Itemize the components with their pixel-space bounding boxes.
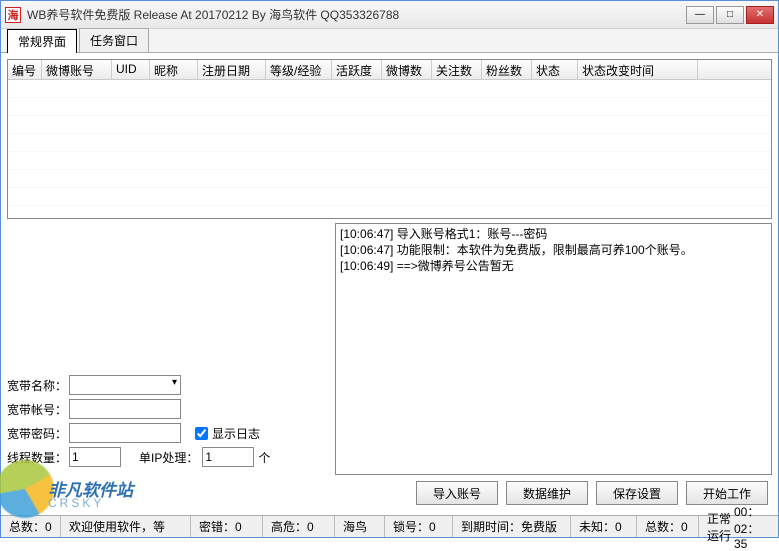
table-body: [8, 80, 771, 218]
maintain-button[interactable]: 数据维护: [506, 481, 588, 505]
column-header[interactable]: 等级/经验: [266, 60, 332, 79]
status-bar: 总数：0 欢迎使用软件，等 密错：0 高危：0 海鸟 锁号：0 到期时间：免费版…: [1, 515, 778, 537]
import-button[interactable]: 导入账号: [416, 481, 498, 505]
thread-count-input[interactable]: [69, 447, 121, 467]
close-button[interactable]: ✕: [746, 6, 774, 24]
log-line: [10:06:49] ==>微博养号公告暂无: [340, 258, 767, 274]
titlebar: 海 WB养号软件免费版 Release At 20170212 By 海鸟软件 …: [1, 1, 778, 29]
save-button[interactable]: 保存设置: [596, 481, 678, 505]
tab-tasks[interactable]: 任务窗口: [79, 28, 149, 52]
column-header[interactable]: 昵称: [150, 60, 198, 79]
log-panel[interactable]: [10:06:47] 导入账号格式1：账号---密码[10:06:47] 功能限…: [335, 223, 772, 475]
settings-panel: 宽带名称： 宽带帐号： 宽带密码： 显示日志 线程数量：: [7, 223, 329, 475]
column-header[interactable]: 状态: [532, 60, 578, 79]
broadband-name-label: 宽带名称：: [7, 377, 69, 394]
minimize-button[interactable]: —: [686, 6, 714, 24]
broadband-name-input[interactable]: [69, 375, 181, 395]
thread-count-label: 线程数量：: [7, 449, 69, 466]
show-log-label: 显示日志: [212, 425, 260, 442]
broadband-password-label: 宽带密码：: [7, 425, 69, 442]
column-header[interactable]: 微博账号: [42, 60, 112, 79]
per-ip-suffix: 个: [258, 449, 270, 466]
column-header[interactable]: 关注数: [432, 60, 482, 79]
broadband-account-label: 宽带帐号：: [7, 401, 69, 418]
window-title: WB养号软件免费版 Release At 20170212 By 海鸟软件 QQ…: [27, 6, 686, 23]
account-table[interactable]: 编号微博账号UID昵称注册日期等级/经验活跃度微博数关注数粉丝数状态状态改变时间: [7, 59, 772, 219]
broadband-password-input[interactable]: [69, 423, 181, 443]
show-log-checkbox[interactable]: 显示日志: [195, 425, 260, 442]
column-header[interactable]: 粉丝数: [482, 60, 532, 79]
per-ip-input[interactable]: [202, 447, 254, 467]
tab-bar: 常规界面 任务窗口: [1, 29, 778, 53]
log-line: [10:06:47] 功能限制：本软件为免费版，限制最高可养100个账号。: [340, 242, 767, 258]
show-log-check[interactable]: [195, 427, 208, 440]
column-header[interactable]: 编号: [8, 60, 42, 79]
app-icon: 海: [5, 7, 21, 23]
tab-normal[interactable]: 常规界面: [7, 29, 77, 53]
column-header[interactable]: 状态改变时间: [578, 60, 698, 79]
column-header[interactable]: 注册日期: [198, 60, 266, 79]
column-header[interactable]: 微博数: [382, 60, 432, 79]
per-ip-label: 单IP处理：: [139, 449, 198, 466]
column-header[interactable]: 活跃度: [332, 60, 382, 79]
start-button[interactable]: 开始工作: [686, 481, 768, 505]
column-header[interactable]: UID: [112, 60, 150, 79]
broadband-account-input[interactable]: [69, 399, 181, 419]
maximize-button[interactable]: □: [716, 6, 744, 24]
log-line: [10:06:47] 导入账号格式1：账号---密码: [340, 226, 767, 242]
